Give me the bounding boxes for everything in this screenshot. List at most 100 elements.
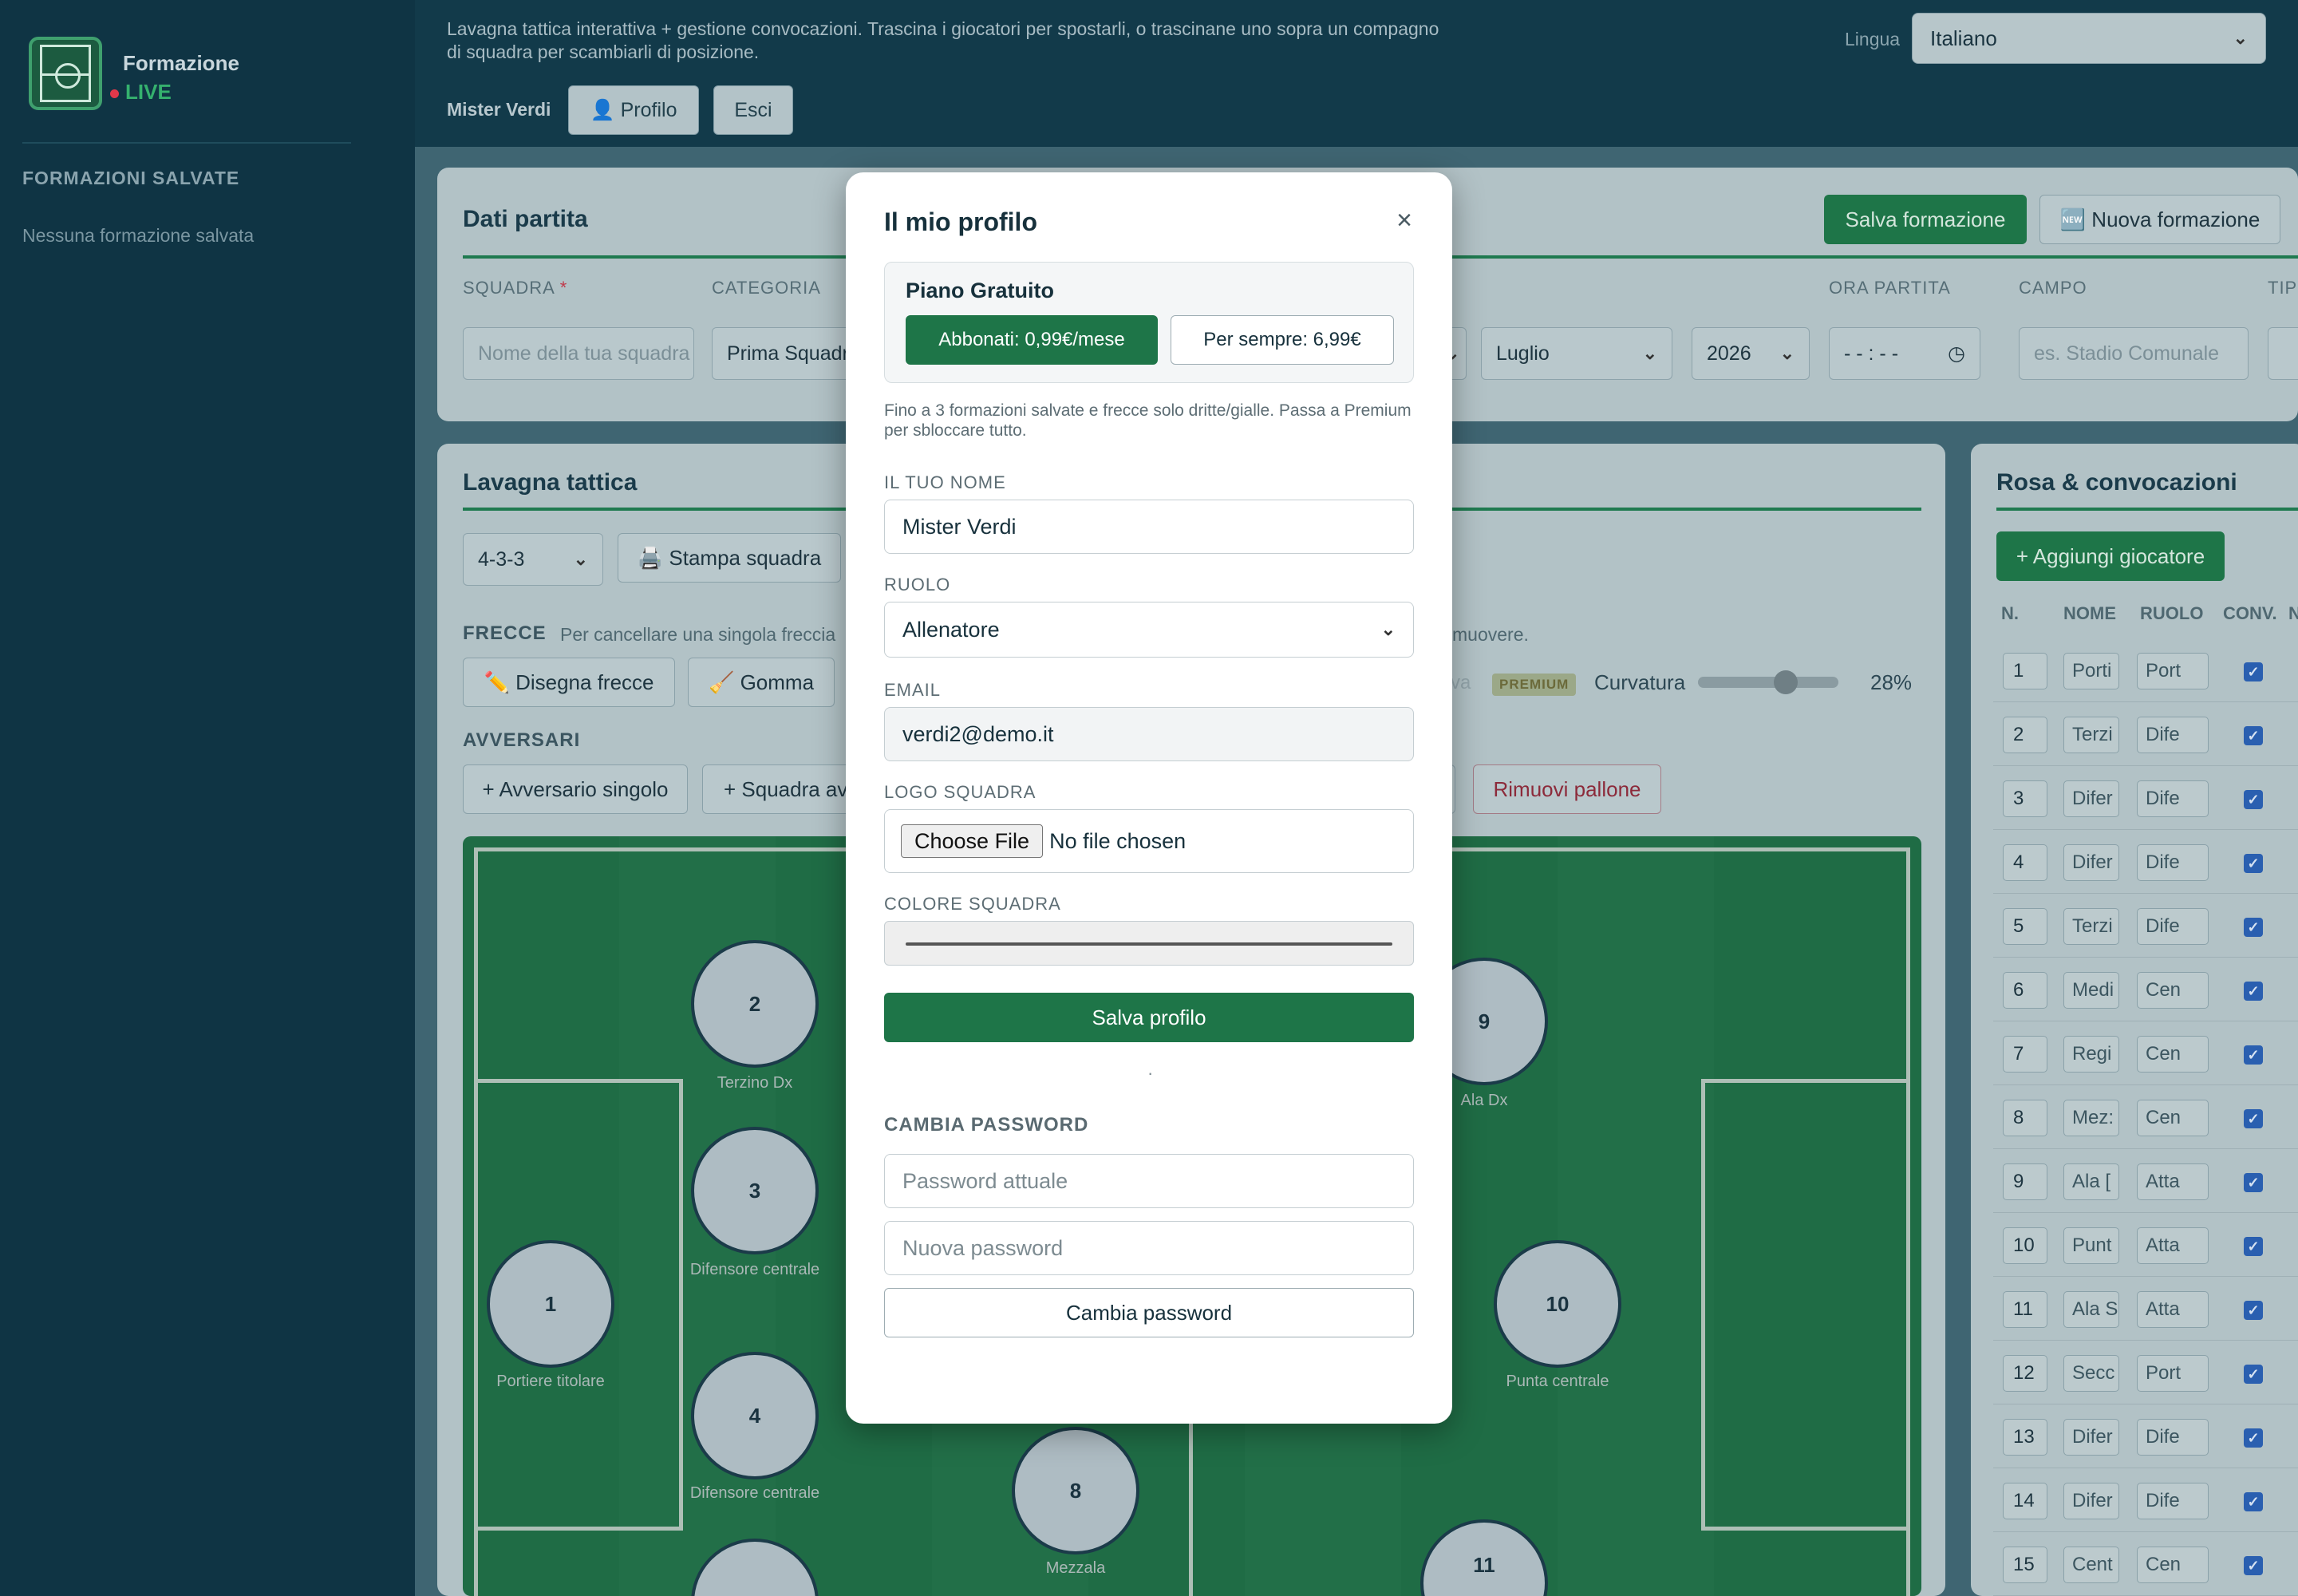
team-name-input[interactable]: Nome della tua squadra bbox=[463, 327, 694, 380]
new-formation-button[interactable]: 🆕 Nuova formazione bbox=[2039, 195, 2280, 244]
role-select[interactable]: Allenatore ⌄ bbox=[884, 602, 1414, 658]
opponent-team-button[interactable]: + Squadra av bbox=[702, 764, 862, 814]
close-icon[interactable]: × bbox=[1385, 201, 1423, 239]
curvature-slider[interactable] bbox=[1698, 677, 1838, 688]
add-player-button[interactable]: + Aggiungi giocatore bbox=[1996, 531, 2225, 581]
called-up-checkbox[interactable]: ✓ bbox=[2244, 918, 2263, 937]
called-up-checkbox[interactable]: ✓ bbox=[2244, 662, 2263, 681]
player-name-input[interactable]: Regi bbox=[2063, 1036, 2119, 1073]
player-number-input[interactable]: 2 bbox=[2003, 717, 2047, 753]
save-formation-button[interactable]: Salva formazione bbox=[1824, 195, 2027, 244]
player-name-input[interactable]: Difer bbox=[2063, 1419, 2119, 1456]
language-select[interactable]: Italiano ⌄ bbox=[1912, 13, 2266, 64]
formation-select[interactable]: 4-3-3 ⌄ bbox=[463, 533, 603, 586]
player-name-input[interactable]: Difer bbox=[2063, 780, 2119, 817]
current-password-input[interactable]: Password attuale bbox=[884, 1154, 1414, 1208]
called-up-checkbox[interactable]: ✓ bbox=[2244, 1365, 2263, 1384]
player-role-select[interactable]: Port bbox=[2137, 653, 2209, 689]
player-role-select[interactable]: Dife bbox=[2137, 1483, 2209, 1519]
category-select[interactable]: Prima Squadra bbox=[712, 327, 852, 380]
called-up-checkbox[interactable]: ✓ bbox=[2244, 1301, 2263, 1320]
player-number-input[interactable]: 7 bbox=[2003, 1036, 2047, 1073]
logo-file-input[interactable]: Choose File No file chosen bbox=[884, 809, 1414, 873]
buy-lifetime-button[interactable]: Per sempre: 6,99€ bbox=[1171, 315, 1394, 365]
month-select[interactable]: Luglio ⌄ bbox=[1481, 327, 1672, 380]
player-number-input[interactable]: 4 bbox=[2003, 844, 2047, 881]
print-team-button[interactable]: 🖨️ Stampa squadra bbox=[618, 533, 841, 583]
subscribe-monthly-button[interactable]: Abbonati: 0,99€/mese bbox=[906, 315, 1158, 365]
player-number-input[interactable]: 6 bbox=[2003, 972, 2047, 1009]
player-name-input[interactable]: Terzi bbox=[2063, 717, 2119, 753]
player-token[interactable]: 1 bbox=[487, 1240, 614, 1368]
player-role-select[interactable]: Dife bbox=[2137, 780, 2209, 817]
called-up-checkbox[interactable]: ✓ bbox=[2244, 982, 2263, 1001]
called-up-checkbox[interactable]: ✓ bbox=[2244, 1109, 2263, 1128]
profile-button[interactable]: 👤 Profilo bbox=[568, 85, 699, 135]
player-role-select[interactable]: Atta bbox=[2137, 1291, 2209, 1328]
save-profile-button[interactable]: Salva profilo bbox=[884, 993, 1414, 1042]
player-token[interactable]: 2 bbox=[691, 940, 819, 1068]
remove-ball-button[interactable]: Rimuovi pallone bbox=[1473, 764, 1661, 814]
player-number-input[interactable]: 5 bbox=[2003, 908, 2047, 945]
player-name-input[interactable]: Difer bbox=[2063, 1483, 2119, 1519]
draw-arrows-button[interactable]: ✏️ Disegna frecce bbox=[463, 658, 675, 707]
player-number-input[interactable]: 14 bbox=[2003, 1483, 2047, 1519]
player-token[interactable]: 8 bbox=[1012, 1427, 1139, 1555]
player-name-input[interactable]: Secc bbox=[2063, 1355, 2119, 1392]
field-input[interactable]: es. Stadio Comunale bbox=[2019, 327, 2249, 380]
called-up-checkbox[interactable]: ✓ bbox=[2244, 1492, 2263, 1511]
player-token[interactable]: 10 bbox=[1494, 1240, 1621, 1368]
player-number-input[interactable]: 10 bbox=[2003, 1227, 2047, 1264]
player-number-input[interactable]: 12 bbox=[2003, 1355, 2047, 1392]
called-up-checkbox[interactable]: ✓ bbox=[2244, 854, 2263, 873]
player-role-select[interactable]: Dife bbox=[2137, 717, 2209, 753]
year-select[interactable]: 2026 ⌄ bbox=[1692, 327, 1810, 380]
called-up-checkbox[interactable]: ✓ bbox=[2244, 1173, 2263, 1192]
called-up-checkbox[interactable]: ✓ bbox=[2244, 790, 2263, 809]
player-role-select[interactable]: Dife bbox=[2137, 844, 2209, 881]
single-opponent-button[interactable]: + Avversario singolo bbox=[463, 764, 688, 814]
type-select[interactable] bbox=[2268, 327, 2298, 380]
player-role-select[interactable]: Atta bbox=[2137, 1227, 2209, 1264]
player-role-select[interactable]: Cen bbox=[2137, 1547, 2209, 1583]
called-up-checkbox[interactable]: ✓ bbox=[2244, 726, 2263, 745]
name-input[interactable]: Mister Verdi bbox=[884, 500, 1414, 554]
player-role-select[interactable]: Cen bbox=[2137, 972, 2209, 1009]
player-number-input[interactable]: 3 bbox=[2003, 780, 2047, 817]
logout-button[interactable]: Esci bbox=[713, 85, 793, 135]
player-number-input[interactable]: 8 bbox=[2003, 1100, 2047, 1136]
player-number-input[interactable]: 15 bbox=[2003, 1547, 2047, 1583]
player-role-select[interactable]: Dife bbox=[2137, 908, 2209, 945]
called-up-checkbox[interactable]: ✓ bbox=[2244, 1237, 2263, 1256]
player-token[interactable]: 3 bbox=[691, 1127, 819, 1254]
player-name-input[interactable]: Punt bbox=[2063, 1227, 2119, 1264]
called-up-checkbox[interactable]: ✓ bbox=[2244, 1556, 2263, 1575]
team-color-picker[interactable] bbox=[884, 921, 1414, 966]
player-role-select[interactable]: Port bbox=[2137, 1355, 2209, 1392]
email-field[interactable]: verdi2@demo.it bbox=[884, 707, 1414, 761]
player-number-input[interactable]: 13 bbox=[2003, 1419, 2047, 1456]
called-up-checkbox[interactable]: ✓ bbox=[2244, 1428, 2263, 1448]
player-name-input[interactable]: Porti bbox=[2063, 653, 2119, 689]
change-password-button[interactable]: Cambia password bbox=[884, 1288, 1414, 1337]
player-number-input[interactable]: 9 bbox=[2003, 1163, 2047, 1200]
player-role-select[interactable]: Dife bbox=[2137, 1419, 2209, 1456]
player-name-input[interactable]: Difer bbox=[2063, 844, 2119, 881]
player-name-input[interactable]: Medi bbox=[2063, 972, 2119, 1009]
player-name-input[interactable]: Mez: bbox=[2063, 1100, 2119, 1136]
player-name-input[interactable]: Cent bbox=[2063, 1547, 2119, 1583]
player-token[interactable]: 4 bbox=[691, 1352, 819, 1479]
player-number-input[interactable]: 1 bbox=[2003, 653, 2047, 689]
choose-file-button[interactable]: Choose File bbox=[901, 824, 1044, 858]
player-name-input[interactable]: Ala S bbox=[2063, 1291, 2119, 1328]
player-name-input[interactable]: Ala [ bbox=[2063, 1163, 2119, 1200]
new-password-input[interactable]: Nuova password bbox=[884, 1221, 1414, 1275]
match-time-input[interactable]: - - : - - ◷ bbox=[1829, 327, 1980, 380]
player-name-input[interactable]: Terzi bbox=[2063, 908, 2119, 945]
curvature-slider-thumb[interactable] bbox=[1773, 670, 1798, 694]
eraser-button[interactable]: 🧹 Gomma bbox=[688, 658, 835, 707]
player-role-select[interactable]: Atta bbox=[2137, 1163, 2209, 1200]
player-number-input[interactable]: 11 bbox=[2003, 1291, 2047, 1328]
player-role-select[interactable]: Cen bbox=[2137, 1100, 2209, 1136]
called-up-checkbox[interactable]: ✓ bbox=[2244, 1045, 2263, 1065]
